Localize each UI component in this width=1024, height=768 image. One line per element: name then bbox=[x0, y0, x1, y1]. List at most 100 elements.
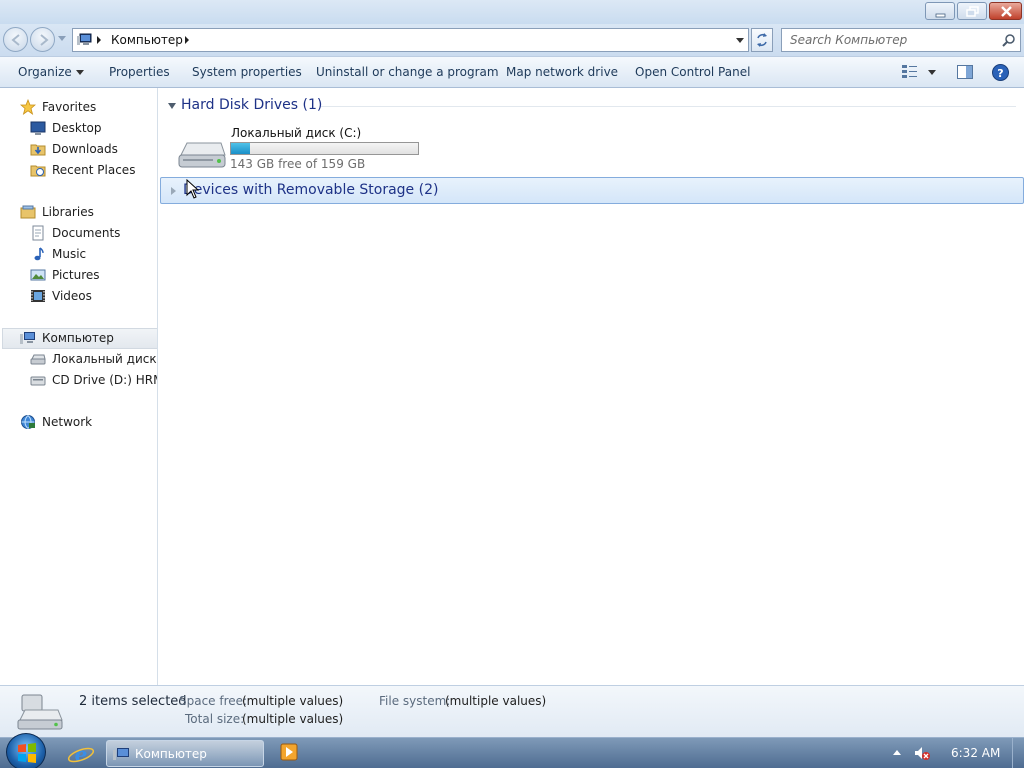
search-placeholder: Search Компьютер bbox=[790, 33, 908, 47]
open-control-panel-button[interactable]: Open Control Panel bbox=[635, 65, 750, 79]
drive-usage-bar bbox=[230, 142, 419, 155]
clock[interactable]: 6:32 AM bbox=[951, 746, 1000, 760]
search-icon[interactable] bbox=[1002, 33, 1016, 47]
navigation-bar: Компьютер Search Компьютер bbox=[0, 24, 1024, 56]
preview-pane-icon[interactable] bbox=[957, 64, 973, 80]
sidebar-item-computer[interactable]: Компьютер bbox=[20, 328, 114, 348]
sidebar-label: Documents bbox=[52, 226, 121, 240]
chevron-down-icon bbox=[75, 70, 84, 75]
sidebar-label: Desktop bbox=[52, 121, 102, 135]
drive-tile-local-disk[interactable]: Локальный диск (C:) 143 GB free of 159 G… bbox=[175, 126, 435, 174]
back-arrow-icon bbox=[11, 34, 20, 46]
selection-count: 2 items selected bbox=[79, 694, 187, 709]
restore-icon bbox=[966, 6, 979, 17]
content-area: Hard Disk Drives (1) Локальный диск (C:)… bbox=[159, 88, 1024, 685]
cd-drive-icon bbox=[30, 376, 46, 386]
sidebar-item-network[interactable]: Network bbox=[20, 412, 92, 432]
recent-pages-dropdown-icon[interactable] bbox=[58, 36, 66, 42]
mouse-cursor-icon bbox=[186, 179, 200, 199]
change-view-icon[interactable] bbox=[902, 64, 938, 80]
group-removable-storage[interactable]: Devices with Removable Storage (2) bbox=[160, 177, 1024, 204]
show-desktop-button[interactable] bbox=[1012, 738, 1024, 768]
help-icon[interactable]: ? bbox=[992, 64, 1009, 81]
minimize-icon bbox=[935, 13, 946, 18]
restore-button[interactable] bbox=[957, 2, 987, 20]
sidebar-item-pictures[interactable]: Pictures bbox=[30, 265, 100, 285]
internet-explorer-icon[interactable]: e bbox=[64, 742, 98, 766]
sidebar-item-documents[interactable]: Documents bbox=[30, 223, 120, 243]
sidebar-item-recent-places[interactable]: Recent Places bbox=[30, 160, 135, 180]
sidebar-label: CD Drive (D:) HRM_( bbox=[52, 373, 157, 387]
sidebar-item-downloads[interactable]: Downloads bbox=[30, 139, 118, 159]
system-properties-button[interactable]: System properties bbox=[192, 65, 302, 79]
drives-icon bbox=[17, 694, 63, 730]
desktop-icon bbox=[30, 121, 46, 135]
address-bar[interactable]: Компьютер bbox=[72, 28, 749, 52]
organize-label: Organize bbox=[18, 65, 72, 79]
sidebar-item-cd-drive[interactable]: CD Drive (D:) HRM_( bbox=[30, 370, 157, 390]
uninstall-program-button[interactable]: Uninstall or change a program bbox=[316, 65, 499, 79]
downloads-folder-icon bbox=[30, 144, 46, 156]
drive-usage-fill bbox=[231, 143, 250, 154]
sidebar-item-videos[interactable]: Videos bbox=[30, 286, 92, 306]
pictures-icon bbox=[30, 269, 46, 281]
forward-arrow-icon bbox=[40, 34, 49, 46]
sidebar-label: Локальный диск (C bbox=[52, 352, 157, 366]
close-icon bbox=[1001, 6, 1012, 17]
sidebar-item-favorites[interactable]: Favorites bbox=[20, 97, 96, 117]
film-icon bbox=[31, 290, 45, 302]
sidebar-item-local-disk[interactable]: Локальный диск (C bbox=[30, 349, 157, 369]
organize-button[interactable]: Organize bbox=[18, 65, 84, 79]
sidebar-label: Libraries bbox=[42, 205, 94, 219]
group-title: Devices with Removable Storage (2) bbox=[183, 182, 439, 198]
group-title: Hard Disk Drives (1) bbox=[181, 97, 323, 113]
back-button[interactable] bbox=[3, 27, 28, 52]
sidebar-label: Downloads bbox=[52, 142, 118, 156]
breadcrumb-separator-icon[interactable] bbox=[97, 36, 101, 44]
address-history-dropdown-icon[interactable] bbox=[736, 38, 744, 43]
taskbar-button-label: Компьютер bbox=[135, 747, 207, 761]
sidebar-label: Music bbox=[52, 247, 87, 261]
computer-icon bbox=[20, 332, 35, 344]
media-player-icon[interactable] bbox=[280, 743, 298, 761]
total-size-value: (multiple values) bbox=[242, 712, 344, 726]
taskbar-explorer-button[interactable]: Компьютер bbox=[106, 740, 264, 767]
properties-button[interactable]: Properties bbox=[109, 65, 170, 79]
volume-muted-icon[interactable] bbox=[913, 745, 931, 761]
windows-logo-icon bbox=[18, 743, 36, 763]
show-hidden-icons-icon[interactable] bbox=[893, 750, 901, 755]
sidebar-label: Network bbox=[42, 415, 93, 429]
svg-text:?: ? bbox=[997, 67, 1003, 80]
hard-drive-icon bbox=[178, 142, 226, 168]
computer-icon bbox=[113, 748, 129, 760]
minimize-button[interactable] bbox=[925, 2, 955, 20]
forward-button[interactable] bbox=[30, 27, 55, 52]
drive-name: Локальный диск (C:) bbox=[231, 126, 362, 140]
command-bar: Organize Properties System properties Un… bbox=[0, 56, 1024, 88]
refresh-icon bbox=[757, 33, 767, 47]
refresh-button[interactable] bbox=[751, 28, 773, 52]
title-bar bbox=[0, 0, 1024, 24]
breadcrumb-separator-icon[interactable] bbox=[185, 36, 189, 44]
sidebar-item-music[interactable]: Music bbox=[30, 244, 86, 264]
sidebar-item-desktop[interactable]: Desktop bbox=[30, 118, 102, 138]
search-input[interactable]: Search Компьютер bbox=[781, 28, 1021, 52]
group-divider bbox=[321, 106, 1016, 107]
start-button[interactable] bbox=[6, 733, 46, 768]
sidebar-label: Компьютер bbox=[42, 331, 114, 345]
group-hard-disk-drives[interactable]: Hard Disk Drives (1) bbox=[159, 95, 1024, 119]
close-button[interactable] bbox=[989, 2, 1022, 20]
breadcrumb-computer[interactable]: Компьютер bbox=[111, 33, 183, 47]
svg-text:e: e bbox=[75, 742, 88, 766]
star-icon bbox=[20, 99, 36, 115]
sidebar-label: Favorites bbox=[42, 100, 97, 114]
navigation-pane: Favorites Desktop Downloads Recent Place… bbox=[0, 88, 158, 685]
sidebar-item-libraries[interactable]: Libraries bbox=[20, 202, 94, 222]
libraries-icon bbox=[20, 205, 36, 219]
total-size-label: Total size: bbox=[185, 712, 245, 726]
collapse-arrow-icon[interactable] bbox=[168, 103, 176, 109]
details-pane: 2 items selected Space free: (multiple v… bbox=[0, 685, 1024, 737]
map-network-drive-button[interactable]: Map network drive bbox=[506, 65, 618, 79]
sidebar-label: Pictures bbox=[52, 268, 100, 282]
expand-arrow-icon[interactable] bbox=[171, 187, 176, 195]
